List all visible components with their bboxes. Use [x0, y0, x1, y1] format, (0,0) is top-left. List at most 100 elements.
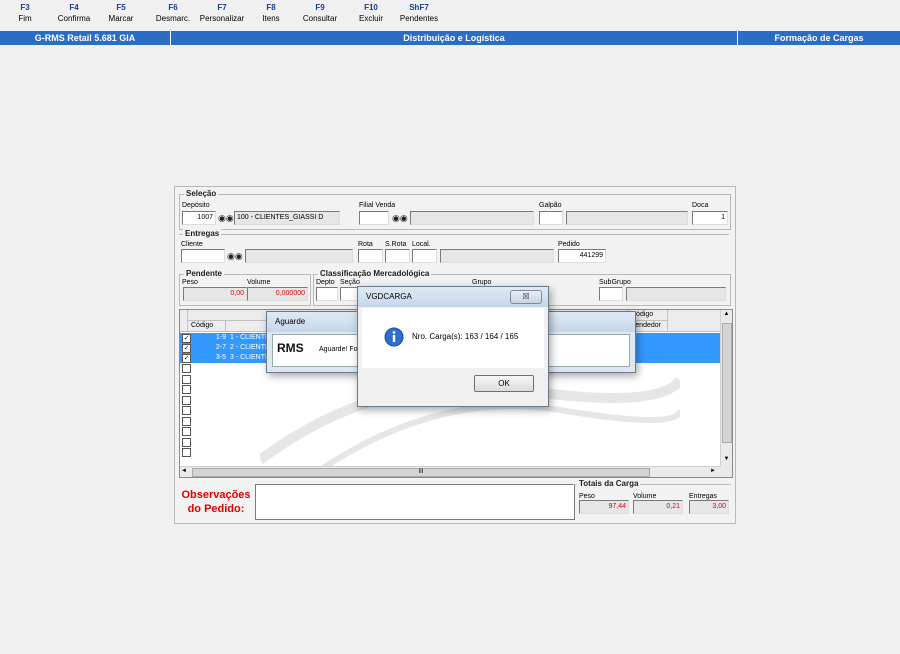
f4-confirma-button[interactable]: F4 Confirma [54, 3, 94, 25]
depto-label: Depto [316, 279, 335, 286]
deposito-name-field: 100 - CLIENTES_GIASSI D [234, 211, 340, 225]
f5-marcar-button[interactable]: F5 Marcar [103, 3, 139, 25]
grid-row-empty[interactable] [180, 426, 720, 436]
grid-corner [180, 310, 188, 332]
app-name: G-RMS Retail 5.681 GIA [34, 33, 136, 43]
observacoes-label: Observações do Pedido: [178, 488, 254, 516]
row-name: 1 - CLIENTE [230, 334, 270, 341]
row-code: 1-9 [215, 334, 226, 341]
cliente-field[interactable] [181, 249, 225, 263]
row-name: 3 - CLIENTE [230, 354, 270, 361]
pedido-field[interactable]: 441299 [558, 249, 606, 263]
grid-row-empty[interactable] [180, 437, 720, 447]
row-checkbox[interactable] [182, 437, 191, 447]
observacoes-line1: Observações [181, 489, 251, 501]
f3-fim-button[interactable]: F3 Fim [10, 3, 40, 25]
row-checkbox[interactable] [182, 385, 191, 394]
subgrupo-name-field [626, 287, 726, 301]
totais-peso-field: 97,44 [579, 500, 629, 514]
filial-venda-field[interactable] [359, 211, 389, 225]
depto-field[interactable] [316, 287, 338, 301]
info-icon [384, 327, 404, 347]
filial-venda-label: Filial Venda [359, 202, 396, 209]
row-code: 3-5 [215, 354, 226, 361]
close-icon[interactable]: ☒ [510, 290, 542, 304]
row-checkbox[interactable] [182, 448, 191, 457]
observacoes-line2: do Pedido: [187, 503, 245, 515]
hscroll-thumb[interactable]: III [192, 468, 650, 477]
vgdcarga-dialog: VGDCARGA ☒ Nro. Carga(s): 163 / 164 / 16… [357, 286, 549, 407]
scroll-left-icon[interactable]: ◄ [181, 467, 187, 476]
f7-personalizar-button[interactable]: F7 Personalizar [197, 3, 247, 25]
grid-horizontal-scrollbar[interactable]: ◄ III ► [180, 466, 721, 477]
scroll-up-icon[interactable]: ▲ [722, 311, 731, 320]
row-checkbox[interactable]: ✓ [182, 334, 191, 343]
scroll-thumb[interactable] [722, 323, 732, 443]
observacoes-textarea[interactable] [255, 484, 575, 520]
f6-desmarcar-button[interactable]: F6 Desmarc. [151, 3, 195, 25]
galpao-label: Galpão [539, 202, 562, 209]
srota-label: S.Rota [385, 241, 407, 248]
filial-venda-name-field [410, 211, 534, 225]
row-checkbox[interactable]: ✓ [182, 354, 191, 363]
dialog-message: Nro. Carga(s): 163 / 164 / 165 [412, 332, 519, 341]
doca-field[interactable]: 1 [692, 211, 728, 225]
local-label: Local. [412, 241, 431, 248]
cliente-name-field [245, 249, 353, 263]
grid-vertical-scrollbar[interactable]: ▲ ▼ [720, 310, 732, 477]
pedido-label: Pedido [558, 241, 580, 248]
grid-row-empty[interactable] [180, 416, 720, 426]
binoculars-icon[interactable]: ◉◉ [227, 250, 243, 262]
rota-field[interactable] [358, 249, 383, 263]
totais-title: Totais da Carga [577, 479, 641, 489]
deposito-field[interactable]: 1007 [182, 211, 216, 225]
module-name: Distribuição e Logística [403, 33, 505, 43]
selecao-title: Seleção [184, 189, 219, 199]
srota-field[interactable] [385, 249, 410, 263]
row-name: 2 - CLIENTE [230, 344, 270, 351]
classificacao-title: Classificação Mercadológica [318, 269, 432, 279]
peso-label: Peso [182, 279, 198, 286]
grid-header-codigo[interactable]: Código [188, 321, 226, 332]
f9-consultar-button[interactable]: F9 Consultar [298, 3, 342, 25]
dialog-body: Nro. Carga(s): 163 / 164 / 165 [362, 308, 544, 368]
volume-label: Volume [247, 279, 271, 286]
shf7-pendentes-button[interactable]: ShF7 Pendentes [396, 3, 442, 25]
row-code: 2-7 [215, 344, 226, 351]
rota-label: Rota [358, 241, 373, 248]
galpao-name-field [566, 211, 688, 225]
binoculars-icon[interactable]: ◉◉ [218, 212, 234, 224]
local-name-field [440, 249, 554, 263]
deposito-label: Depósito [182, 202, 210, 209]
scroll-down-icon[interactable]: ▼ [722, 456, 731, 465]
rms-logo: RMS [277, 341, 304, 355]
app-title-bar: G-RMS Retail 5.681 GIA Distribuição e Lo… [0, 31, 900, 45]
grid-header-extra [668, 310, 721, 332]
row-checkbox[interactable] [182, 374, 191, 384]
row-checkbox[interactable] [182, 364, 191, 373]
entregas-title: Entregas [183, 229, 222, 239]
row-checkbox[interactable]: ✓ [182, 344, 191, 353]
grid-row-empty[interactable] [180, 447, 720, 457]
ok-button[interactable]: OK [474, 375, 534, 392]
f8-itens-button[interactable]: F8 Itens [256, 3, 286, 25]
row-checkbox[interactable] [182, 416, 191, 426]
f10-excluir-button[interactable]: F10 Excluir [353, 3, 389, 25]
row-checkbox[interactable] [182, 427, 191, 436]
local-field[interactable] [412, 249, 437, 263]
subgrupo-field[interactable] [599, 287, 623, 301]
pendente-volume-field: 0,000000 [247, 287, 308, 301]
subgrupo-label: SubGrupo [599, 279, 631, 286]
scroll-right-icon[interactable]: ► [710, 467, 716, 476]
pendente-group: Pendente Peso 0,00 Volume 0,000000 [179, 269, 311, 306]
pendente-peso-field: 0,00 [183, 287, 247, 301]
binoculars-icon[interactable]: ◉◉ [392, 212, 408, 224]
galpao-field[interactable] [539, 211, 563, 225]
screen-name: Formação de Cargas [774, 33, 864, 43]
entregas-group: Entregas Cliente ◉◉ Rota S.Rota Local. P… [179, 229, 729, 265]
row-checkbox[interactable] [182, 406, 191, 415]
row-checkbox[interactable] [182, 395, 191, 405]
totais-entregas-field: 3,00 [689, 500, 729, 514]
totais-group: Totais da Carga Peso 97,44 Volume 0,21 E… [573, 479, 731, 521]
aguarde-message: Aguarde! Fo [319, 346, 358, 353]
